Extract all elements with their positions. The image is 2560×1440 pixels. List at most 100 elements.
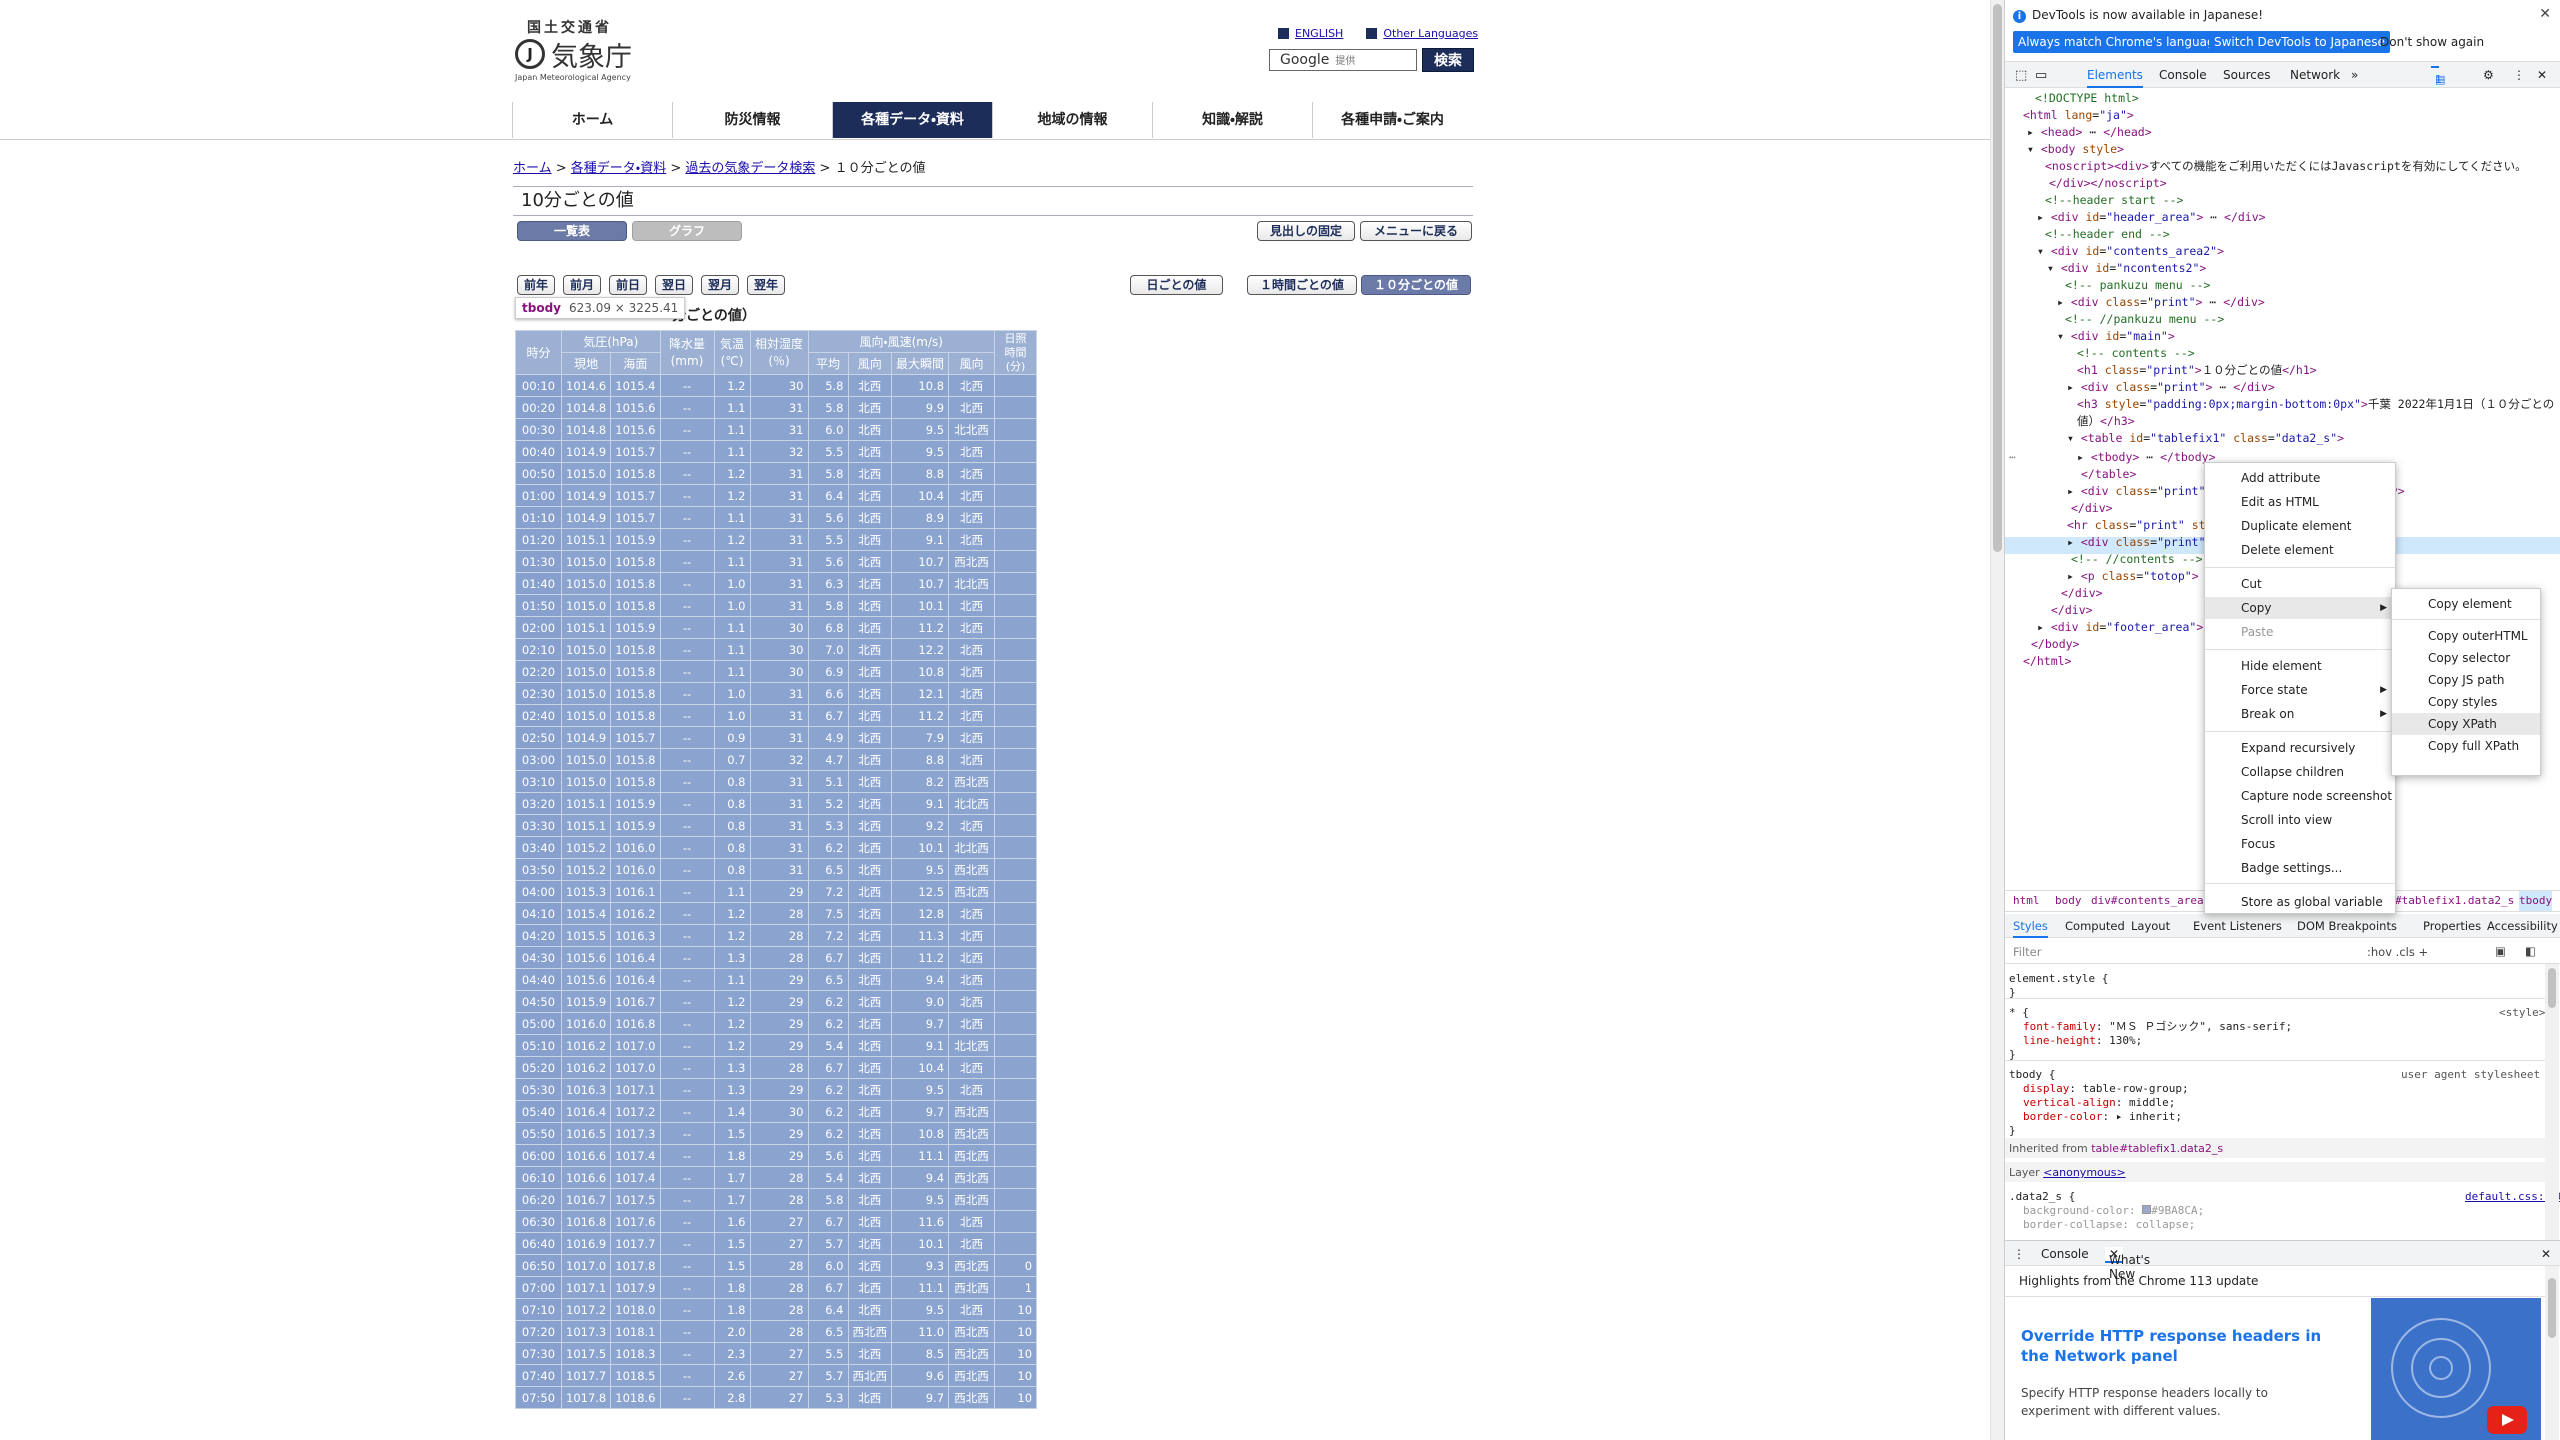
dom-line[interactable]: ▾ <table id="tablefix1" class="data2_s">: [2067, 430, 2344, 447]
crumb-table[interactable]: #tablefix1.data2_s: [2395, 891, 2514, 911]
whats-new-title[interactable]: Override HTTP response headers in the Ne…: [2021, 1326, 2331, 1366]
dom-line[interactable]: </body>: [2031, 636, 2079, 653]
style-source[interactable]: <style>: [2499, 1006, 2545, 1021]
dom-line[interactable]: <!--header end -->: [2045, 226, 2170, 243]
tab-console[interactable]: Console: [2159, 68, 2207, 82]
sidebar-toggle-icon[interactable]: ◧: [2525, 944, 2536, 958]
dom-line[interactable]: <hr class="print" st: [2067, 517, 2206, 534]
context-menu-item-5[interactable]: Copy ▶: [2205, 597, 2395, 619]
copy-submenu-item-5[interactable]: Copy XPath: [2392, 713, 2540, 735]
date-nav-button-4[interactable]: 翌月: [701, 275, 739, 295]
dom-line[interactable]: <!-- //pankuzu menu -->: [2065, 311, 2224, 328]
dom-line[interactable]: <html lang="ja">: [2023, 107, 2134, 124]
date-nav-button-1[interactable]: 前月: [563, 275, 601, 295]
inspect-icon[interactable]: ⬚: [2015, 68, 2027, 83]
breadcrumb-data[interactable]: 各種データ・資料: [571, 161, 666, 176]
dom-line[interactable]: ▸ <div class="print">: [2067, 534, 2212, 551]
context-menu-item-1[interactable]: Edit as HTML: [2205, 491, 2395, 513]
dom-line[interactable]: </table>: [2081, 466, 2136, 483]
match-language-button[interactable]: Always match Chrome's language: [2013, 31, 2227, 53]
more-options-icon[interactable]: ⋮: [2513, 68, 2525, 82]
copy-submenu-item-1[interactable]: Copy outerHTML: [2392, 625, 2540, 647]
styles-filter-input[interactable]: Filter: [2013, 945, 2041, 959]
search-input[interactable]: Google 提供: [1269, 49, 1417, 71]
dom-line[interactable]: <!--header start -->: [2045, 192, 2183, 209]
styles-tab-0[interactable]: Styles: [2013, 919, 2048, 938]
other-languages-link[interactable]: Other Languages: [1383, 27, 1478, 40]
back-to-menu-button[interactable]: メニューに戻る: [1360, 221, 1472, 241]
dom-line[interactable]: ▸ <tbody> ⋯ </tbody>: [2077, 449, 2216, 466]
styles-scrollbar[interactable]: [2545, 964, 2559, 1240]
date-nav-button-5[interactable]: 翌年: [747, 275, 785, 295]
dom-line[interactable]: <!-- //contents -->: [2071, 551, 2203, 568]
dom-line[interactable]: ▸ <div id="header_area"> ⋯ </div>: [2037, 209, 2266, 226]
scrollbar-thumb[interactable]: [1993, 4, 2002, 552]
jma-logo[interactable]: 国土交通省 J 気象庁 Japan Meteorological Agency: [515, 17, 645, 87]
youtube-play-icon[interactable]: [2487, 1406, 2527, 1434]
fix-header-button[interactable]: 見出しの固定: [1257, 221, 1355, 241]
context-menu-item-12[interactable]: Capture node screenshot: [2205, 785, 2395, 807]
copy-submenu-item-6[interactable]: Copy full XPath: [2392, 735, 2540, 757]
switch-japanese-button[interactable]: Switch DevTools to Japanese: [2209, 31, 2390, 53]
close-devtools-icon[interactable]: ✕: [2537, 68, 2547, 82]
dom-line[interactable]: </div>: [2051, 602, 2093, 619]
dom-line[interactable]: ▸ <div id="footer_area"> ⋯: [2037, 619, 2217, 636]
styles-tab-2[interactable]: Layout: [2131, 919, 2170, 933]
context-menu-item-11[interactable]: Collapse children: [2205, 761, 2395, 783]
hourly-values-button[interactable]: １時間ごとの値: [1247, 275, 1357, 295]
tab-list[interactable]: 一覧表: [517, 221, 627, 241]
context-menu-item-10[interactable]: Expand recursively: [2205, 737, 2395, 759]
dom-line[interactable]: </html>: [2023, 653, 2071, 670]
date-nav-button-3[interactable]: 翌日: [655, 275, 693, 295]
crumb-tbody[interactable]: tbody: [2519, 891, 2553, 911]
dom-line[interactable]: ▾ <div id="ncontents2">: [2047, 260, 2206, 277]
context-menu-item-3[interactable]: Delete element: [2205, 539, 2395, 561]
nav-item-1[interactable]: 防災情報: [672, 102, 832, 138]
dom-line[interactable]: <h1 class="print">１０分ごとの値</h1>: [2077, 362, 2317, 379]
styles-tab-6[interactable]: Accessibility: [2487, 919, 2558, 933]
context-menu-item-8[interactable]: Force state ▶: [2205, 679, 2395, 701]
tab-elements[interactable]: Elements: [2087, 68, 2143, 88]
context-menu-item-0[interactable]: Add attribute: [2205, 467, 2395, 489]
whats-new-scrollbar-thumb[interactable]: [2548, 1278, 2556, 1338]
close-drawer-icon[interactable]: ✕: [2541, 1247, 2551, 1261]
crumb-html[interactable]: html: [2013, 891, 2040, 911]
issues-badge[interactable]: ▤ 1: [2431, 66, 2445, 86]
nav-item-0[interactable]: ホーム: [512, 102, 672, 138]
dom-line[interactable]: </div>: [2061, 585, 2103, 602]
computed-toggle-icon[interactable]: ▣: [2495, 944, 2506, 958]
context-menu-item-13[interactable]: Scroll into view: [2205, 809, 2395, 831]
copy-submenu-item-4[interactable]: Copy styles: [2392, 691, 2540, 713]
dom-line[interactable]: <h3 style="padding:0px;margin-bottom:0px…: [2077, 396, 2554, 413]
context-menu-item-2[interactable]: Duplicate element: [2205, 515, 2395, 537]
tab-graph[interactable]: グラフ: [632, 221, 742, 241]
settings-gear-icon[interactable]: ⚙: [2483, 68, 2494, 82]
breadcrumb-past[interactable]: 過去の気象データ検索: [685, 161, 815, 176]
device-toolbar-icon[interactable]: ▭: [2035, 68, 2047, 83]
styles-tab-5[interactable]: Properties: [2423, 919, 2481, 933]
context-menu-item-4[interactable]: Cut: [2205, 573, 2395, 595]
styles-tab-3[interactable]: Event Listeners: [2193, 919, 2282, 933]
dom-line[interactable]: ▸ <div class="print": [2067, 483, 2206, 500]
date-nav-button-2[interactable]: 前日: [609, 275, 647, 295]
dom-line[interactable]: ▾ <div id="contents_area2">: [2037, 243, 2224, 260]
dom-line[interactable]: <noscript><div>すべての機能をご利用いただくにはJavascrip…: [2045, 158, 2527, 175]
dom-line[interactable]: ▾ <body style>: [2027, 141, 2124, 158]
english-link[interactable]: ENGLISH: [1295, 27, 1343, 40]
date-nav-button-0[interactable]: 前年: [517, 275, 555, 295]
context-menu-item-7[interactable]: Hide element: [2205, 655, 2395, 677]
tab-network[interactable]: Network: [2290, 68, 2340, 82]
context-menu-item-14[interactable]: Focus: [2205, 833, 2395, 855]
search-button[interactable]: 検索: [1422, 48, 1474, 72]
tab-sources[interactable]: Sources: [2223, 68, 2270, 82]
copy-submenu-item-0[interactable]: Copy element: [2392, 593, 2540, 615]
crumb-contents-area[interactable]: div#contents_area2: [2091, 891, 2210, 911]
whats-new-scrollbar[interactable]: [2545, 1266, 2559, 1440]
context-menu-item-16[interactable]: Store as global variable: [2205, 891, 2395, 913]
dom-line[interactable]: ▸ <head> ⋯ </head>: [2027, 124, 2152, 141]
context-menu-item-15[interactable]: Badge settings...: [2205, 857, 2395, 879]
context-menu-item-6[interactable]: Paste: [2205, 621, 2395, 643]
nav-item-3[interactable]: 地域の情報: [992, 102, 1152, 138]
dom-line[interactable]: ▸ <p class="totop"> ⋯: [2067, 568, 2212, 585]
copy-submenu-item-2[interactable]: Copy selector: [2392, 647, 2540, 669]
